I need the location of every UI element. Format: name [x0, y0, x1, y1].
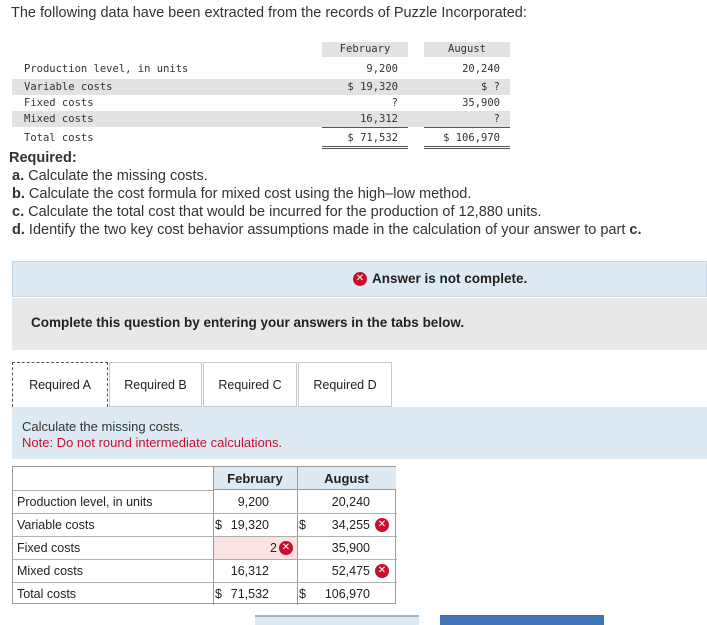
data-table-header-feb: February: [322, 42, 408, 57]
intro-text: The following data have been extracted f…: [11, 5, 527, 21]
required-item-d: d. Identify the two key cost behavior as…: [12, 222, 642, 238]
double-underline: [322, 146, 408, 147]
answer-input[interactable]: 34,255: [299, 518, 370, 532]
double-underline: [322, 148, 408, 149]
question-note: Note: Do not round intermediate calculat…: [22, 435, 283, 450]
answer-input[interactable]: 71,532: [215, 587, 269, 601]
instruction-panel: Complete this question by entering your …: [12, 298, 707, 350]
answer-input[interactable]: 9,200: [215, 495, 269, 509]
answer-row-label: Mixed costs: [17, 564, 83, 578]
data-table-row: Variable costs $ 19,320 $ ?: [12, 79, 510, 95]
answer-input[interactable]: 20,240: [299, 495, 370, 509]
incorrect-icon: ✕: [375, 564, 389, 578]
answer-row-label: Variable costs: [17, 518, 95, 532]
answer-table: February August Production level, in uni…: [12, 466, 397, 605]
instruction-text: Complete this question by entering your …: [31, 315, 465, 330]
status-message: ✕ Answer is not complete.: [353, 271, 527, 286]
incorrect-icon: ✕: [279, 541, 293, 555]
answer-input[interactable]: 2: [215, 541, 277, 555]
answer-input[interactable]: 16,312: [215, 564, 269, 578]
double-underline: [424, 148, 510, 149]
underline: [424, 127, 510, 128]
underline: [322, 127, 408, 128]
data-table-header-aug: August: [424, 42, 510, 57]
answer-header-aug: August: [297, 467, 396, 490]
answer-row-label: Fixed costs: [17, 541, 81, 555]
required-heading: Required:: [9, 150, 77, 166]
answer-input[interactable]: 19,320: [215, 518, 269, 532]
answer-row-label: Production level, in units: [17, 495, 153, 509]
x-circle-icon: ✕: [353, 271, 367, 286]
data-table-row: Production level, in units 9,200 20,240: [24, 63, 500, 75]
data-table-row: Mixed costs 16,312 ?: [12, 111, 510, 127]
tab-required-d[interactable]: Required D: [298, 362, 392, 407]
question-title: Calculate the missing costs.: [22, 419, 184, 434]
data-table-row: Total costs $ 71,532 $ 106,970: [24, 132, 500, 144]
answer-row-label: Total costs: [17, 587, 77, 601]
required-item-c: c. Calculate the total cost that would b…: [12, 204, 542, 220]
tab-required-a[interactable]: Required A: [12, 362, 108, 407]
data-table-row: Fixed costs ? 35,900: [24, 97, 500, 109]
double-underline: [424, 146, 510, 147]
answer-input[interactable]: 106,970: [299, 587, 370, 601]
answer-input[interactable]: 52,475: [299, 564, 370, 578]
tab-required-c[interactable]: Required C: [203, 362, 297, 407]
required-item-b: b. Calculate the cost formula for mixed …: [12, 186, 472, 202]
prev-button[interactable]: [255, 615, 419, 625]
incorrect-icon: ✕: [375, 518, 389, 532]
required-item-a: a. Calculate the missing costs.: [12, 168, 208, 184]
answer-header-feb: February: [213, 467, 297, 490]
status-bar: ✕ Answer is not complete.: [12, 261, 707, 297]
answer-input[interactable]: 35,900: [299, 541, 370, 555]
next-button[interactable]: [440, 615, 604, 625]
question-panel: Calculate the missing costs. Note: Do no…: [12, 407, 707, 459]
tab-required-b[interactable]: Required B: [109, 362, 202, 407]
